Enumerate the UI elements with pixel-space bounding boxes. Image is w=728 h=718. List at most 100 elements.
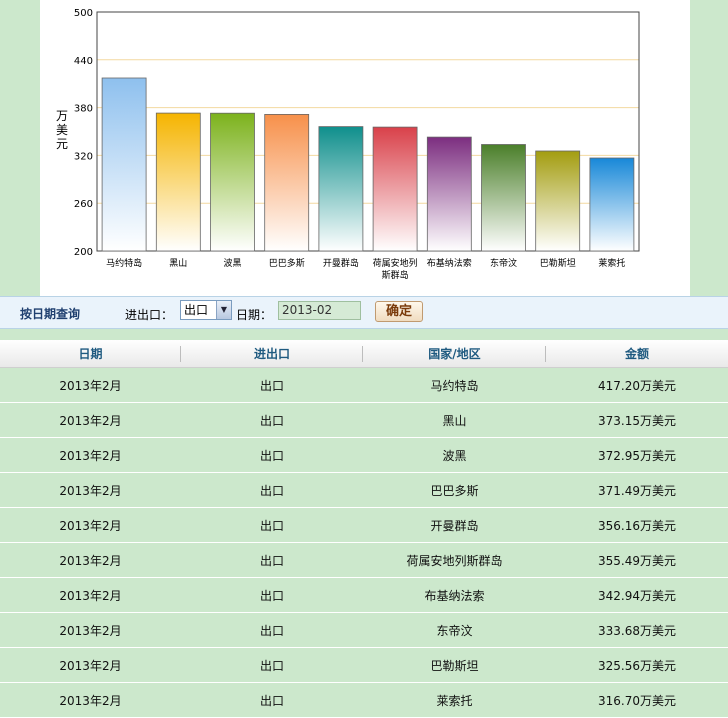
y-axis-ticks: 200 260 320 380 440 500 (74, 8, 93, 258)
cell-country: 巴巴多斯 (363, 472, 546, 508)
table-row: 2013年2月 出口 开曼群岛 356.16万美元 (0, 507, 728, 543)
cell-country: 荷属安地列斯群岛 (363, 542, 546, 578)
cell-date: 2013年2月 (0, 367, 181, 403)
chart-panel: 200 260 320 380 440 500 马约特岛 黑山 波黑 巴巴多斯 开曼群岛 荷属安地列… (40, 0, 690, 296)
cell-country: 黑山 (363, 402, 546, 438)
y-tick-label: 320 (74, 151, 93, 162)
table-row: 2013年2月 出口 布基纳法索 342.94万美元 (0, 577, 728, 613)
x-tick-label: 黑山 (169, 258, 187, 269)
cell-direction: 出口 (181, 367, 363, 403)
direction-select[interactable]: 出口 ▼ (180, 300, 232, 320)
bar[interactable] (210, 112, 255, 252)
cell-direction: 出口 (181, 472, 363, 508)
cell-country: 布基纳法索 (363, 577, 546, 613)
bar[interactable] (481, 144, 526, 252)
x-tick-label: 巴巴多斯 (269, 257, 305, 269)
cell-amount: 372.95万美元 (546, 437, 728, 473)
header-direction[interactable]: 进出口 (181, 340, 363, 368)
cell-date: 2013年2月 (0, 437, 181, 473)
table-row: 2013年2月 出口 东帝汶 333.68万美元 (0, 612, 728, 648)
date-label: 日期： (236, 308, 273, 322)
y-tick-label: 200 (74, 247, 93, 258)
header-date-label: 日期 (78, 347, 103, 361)
header-direction-label: 进出口 (253, 347, 290, 361)
cell-amount: 371.49万美元 (546, 472, 728, 508)
cell-country: 莱索托 (363, 682, 546, 718)
chevron-down-icon[interactable]: ▼ (216, 301, 231, 319)
x-tick-label: 东帝汶 (490, 257, 517, 269)
bar[interactable] (155, 112, 201, 252)
bar[interactable] (426, 136, 472, 252)
x-tick-label: 斯群岛 (382, 269, 409, 281)
cell-date: 2013年2月 (0, 542, 181, 578)
direction-label: 进出口： (125, 308, 174, 322)
direction-select-value: 出口 (184, 303, 209, 317)
cell-country: 开曼群岛 (363, 507, 546, 543)
header-date[interactable]: 日期 (0, 340, 181, 368)
bar[interactable] (535, 150, 581, 252)
cell-country: 巴勒斯坦 (363, 647, 546, 683)
y-tick-label: 440 (74, 56, 93, 67)
bars (101, 77, 635, 252)
table-row: 2013年2月 出口 马约特岛 417.20万美元 (0, 367, 728, 403)
cell-country: 波黑 (363, 437, 546, 473)
x-tick-label: 开曼群岛 (323, 257, 359, 269)
table-row: 2013年2月 出口 波黑 372.95万美元 (0, 437, 728, 473)
header-amount[interactable]: 金额 (546, 340, 728, 368)
cell-country: 马约特岛 (363, 367, 546, 403)
date-query-bar: 按日期查询 进出口： 出口 ▼ 日期： 2013-02 确定 (0, 296, 728, 329)
cell-direction: 出口 (181, 612, 363, 648)
cell-amount: 356.16万美元 (546, 507, 728, 543)
y-tick-label: 260 (74, 199, 93, 210)
bar[interactable] (372, 126, 418, 252)
x-tick-label: 布基纳法索 (427, 257, 472, 269)
cell-date: 2013年2月 (0, 647, 181, 683)
table-header-row: 日期 进出口 国家/地区 金额 (0, 340, 728, 368)
date-input[interactable]: 2013-02 (278, 301, 361, 320)
bar[interactable] (101, 77, 147, 252)
cell-date: 2013年2月 (0, 472, 181, 508)
y-tick-label: 500 (74, 8, 93, 19)
cell-amount: 333.68万美元 (546, 612, 728, 648)
cell-amount: 316.70万美元 (546, 682, 728, 718)
cell-date: 2013年2月 (0, 612, 181, 648)
header-country[interactable]: 国家/地区 (363, 340, 546, 368)
x-tick-label: 莱索托 (598, 257, 625, 269)
data-table: 日期 进出口 国家/地区 金额 2013年2月 出口 马约特岛 417.20万美元 2… (0, 340, 728, 718)
cell-direction: 出口 (181, 577, 363, 613)
cell-direction: 出口 (181, 542, 363, 578)
bar[interactable] (589, 157, 635, 252)
cell-direction: 出口 (181, 507, 363, 543)
header-amount-label: 金额 (624, 347, 649, 361)
cell-date: 2013年2月 (0, 507, 181, 543)
cell-date: 2013年2月 (0, 682, 181, 718)
x-tick-label: 波黑 (223, 257, 241, 269)
cell-amount: 373.15万美元 (546, 402, 728, 438)
cell-direction: 出口 (181, 682, 363, 718)
table-row: 2013年2月 出口 巴勒斯坦 325.56万美元 (0, 647, 728, 683)
cell-amount: 342.94万美元 (546, 577, 728, 613)
x-axis-labels: 马约特岛 黑山 波黑 巴巴多斯 开曼群岛 荷属安地列斯群岛 布基纳法索 东帝汶 巴勒斯坦 莱索托 (106, 257, 625, 281)
cell-amount: 417.20万美元 (546, 367, 728, 403)
cell-direction: 出口 (181, 437, 363, 473)
bar[interactable] (318, 126, 364, 252)
cell-direction: 出口 (181, 647, 363, 683)
cell-amount: 355.49万美元 (546, 542, 728, 578)
table-row: 2013年2月 出口 莱索托 316.70万美元 (0, 682, 728, 718)
bar-chart: 200 260 320 380 440 500 马约特岛 黑山 波黑 巴巴多斯 开曼群岛 荷属安地列… (56, 8, 640, 281)
y-tick-label: 380 (74, 104, 93, 115)
cell-date: 2013年2月 (0, 577, 181, 613)
cell-direction: 出口 (181, 402, 363, 438)
y-axis-label: 万美元 (56, 109, 68, 151)
bar[interactable] (264, 114, 310, 252)
table-row: 2013年2月 出口 黑山 373.15万美元 (0, 402, 728, 438)
x-tick-label: 马约特岛 (106, 257, 142, 269)
table-row: 2013年2月 出口 荷属安地列斯群岛 355.49万美元 (0, 542, 728, 578)
confirm-button[interactable]: 确定 (375, 301, 423, 322)
table-row: 2013年2月 出口 巴巴多斯 371.49万美元 (0, 472, 728, 508)
query-title: 按日期查询 (20, 307, 81, 321)
header-country-label: 国家/地区 (428, 347, 481, 361)
x-tick-label: 荷属安地列 (373, 257, 418, 269)
cell-date: 2013年2月 (0, 402, 181, 438)
cell-country: 东帝汶 (363, 612, 546, 648)
